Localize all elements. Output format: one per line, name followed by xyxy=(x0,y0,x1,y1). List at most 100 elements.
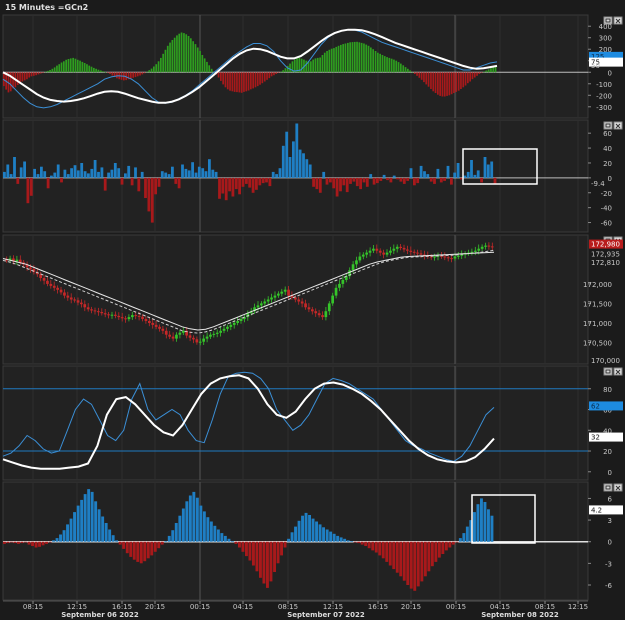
delta-bar xyxy=(238,177,241,195)
oscillator-bar xyxy=(122,541,126,549)
oscillator-bar xyxy=(245,541,248,557)
value-tag: 172,935 xyxy=(591,250,620,258)
oscillator-bar xyxy=(185,501,189,542)
delta-bar xyxy=(26,177,30,204)
x-tick-label: 16:15 xyxy=(112,603,132,611)
oscillator-bar xyxy=(294,526,297,542)
histogram-bar xyxy=(365,44,368,73)
histogram-bar xyxy=(312,59,314,73)
candle-body xyxy=(334,287,338,296)
candle-body xyxy=(256,305,260,308)
oscillator-bar xyxy=(73,512,76,542)
oscillator-bar xyxy=(248,541,252,561)
delta-bar xyxy=(285,131,289,178)
histogram-bar xyxy=(342,44,344,73)
candle-body xyxy=(399,246,402,248)
histogram-bar xyxy=(321,55,324,73)
delta-bar xyxy=(305,159,309,178)
histogram-bar xyxy=(150,68,153,73)
candle-body xyxy=(86,307,90,310)
restore-button[interactable] xyxy=(603,367,613,376)
histogram-bar xyxy=(471,72,474,80)
delta-bar xyxy=(9,174,13,178)
oscillator-bar xyxy=(315,521,318,542)
y-tick-label: 170,500 xyxy=(583,339,612,347)
delta-bar xyxy=(258,177,262,186)
oscillator-bar xyxy=(437,541,441,558)
histogram-bar xyxy=(206,61,208,73)
histogram-bar xyxy=(76,59,79,73)
delta-bar xyxy=(470,160,473,178)
oscillator-bar xyxy=(238,541,241,548)
oscillator-bar xyxy=(332,533,336,542)
oscillator-bar xyxy=(430,541,434,567)
delta-bar xyxy=(349,177,352,184)
delta-bar xyxy=(187,170,191,178)
candle-body xyxy=(100,312,104,314)
delta-bar xyxy=(228,177,231,192)
candle-body xyxy=(287,289,290,296)
oscillator-bar xyxy=(143,541,147,562)
restore-button[interactable] xyxy=(603,121,613,130)
oscillator-bar xyxy=(290,532,294,542)
histogram-bar xyxy=(430,72,432,89)
delta-bar xyxy=(483,157,487,178)
candle-body xyxy=(164,330,168,335)
oscillator-bar xyxy=(423,541,427,577)
histogram-bar xyxy=(340,44,342,73)
oscillator-bar xyxy=(52,540,55,542)
candle-body xyxy=(236,321,239,323)
candle-body xyxy=(311,309,314,312)
delta-bar xyxy=(147,177,151,212)
oscillator-bar xyxy=(406,541,410,585)
delta-bar xyxy=(33,168,36,178)
delta-bar xyxy=(261,177,265,184)
histogram-bar xyxy=(201,55,204,73)
x-tick-label: 20:15 xyxy=(145,603,165,611)
candle-body xyxy=(73,299,76,301)
histogram-bar xyxy=(194,44,197,73)
restore-button[interactable] xyxy=(603,483,613,492)
delta-bar xyxy=(184,168,188,178)
histogram-bar xyxy=(478,72,481,74)
oscillator-bar xyxy=(174,523,178,542)
oscillator-bar xyxy=(153,541,157,552)
candle-body xyxy=(18,259,22,263)
histogram-bar xyxy=(220,72,222,81)
candle-body xyxy=(141,316,144,319)
histogram-bar xyxy=(273,72,275,76)
oscillator-bar xyxy=(41,541,45,546)
candle-body xyxy=(42,278,46,281)
oscillator-bar xyxy=(38,541,41,547)
delta-bar xyxy=(423,171,426,178)
candle-body xyxy=(120,317,124,319)
oscillator-bar xyxy=(262,541,266,584)
oscillator-bar xyxy=(206,517,210,542)
oscillator-bar xyxy=(87,489,91,542)
histogram-bar xyxy=(395,60,398,73)
y-tick-label: 400 xyxy=(599,23,612,31)
histogram-bar xyxy=(469,72,471,82)
histogram-bar xyxy=(289,63,291,73)
histogram-bar xyxy=(268,72,271,79)
value-tag: 170,000 xyxy=(591,357,620,365)
histogram-bar xyxy=(146,71,148,73)
delta-bar xyxy=(463,175,467,178)
histogram-bar xyxy=(196,47,199,73)
histogram-bar xyxy=(462,72,465,88)
delta-bar xyxy=(339,177,342,192)
oscillator-bar xyxy=(416,541,420,587)
delta-bar xyxy=(194,172,198,178)
delta-bar xyxy=(268,177,272,187)
histogram-bar xyxy=(247,72,250,91)
delta-bar xyxy=(480,177,483,183)
delta-bar xyxy=(493,177,497,184)
histogram-bar xyxy=(367,45,370,73)
oscillator-bar xyxy=(94,501,98,542)
histogram-bar xyxy=(28,72,31,78)
candle-body xyxy=(260,303,263,306)
histogram-bar xyxy=(418,72,421,78)
delta-bar xyxy=(3,171,6,178)
delta-bar xyxy=(406,177,410,181)
histogram-bar xyxy=(280,71,282,73)
